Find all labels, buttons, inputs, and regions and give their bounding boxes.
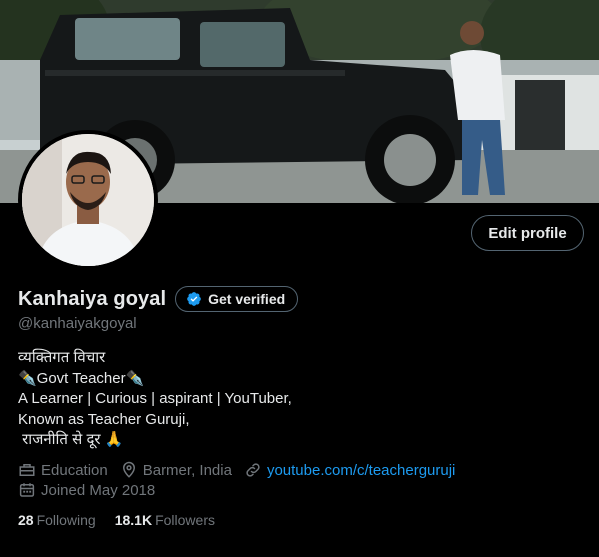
- bio: व्यक्तिगत विचार ✒️Govt Teacher✒️ A Learn…: [18, 348, 292, 451]
- bio-line: A Learner | Curious | aspirant | YouTube…: [18, 390, 292, 407]
- avatar-photo: [22, 134, 154, 266]
- map-pin-icon: [122, 461, 135, 478]
- joined-text: Joined May 2018: [41, 481, 156, 499]
- followers-count: 18.1K: [114, 512, 153, 528]
- category-item: Education: [18, 461, 108, 479]
- username-handle: @kanhaiyakgoyal: [18, 315, 137, 332]
- followers-label: Followers: [155, 512, 215, 528]
- verified-badge-icon: [187, 292, 201, 306]
- category-text: Education: [41, 461, 108, 479]
- get-verified-button[interactable]: Get verified: [175, 286, 299, 312]
- display-name: Kanhaiya goyal: [18, 287, 167, 310]
- name-row: Kanhaiya goyal Get verified: [18, 286, 299, 312]
- bio-line: ✒️Govt Teacher✒️: [18, 369, 145, 387]
- profile-meta-row: Education Barmer, India youtube.com/c/te…: [18, 461, 467, 479]
- location-item: Barmer, India: [120, 461, 232, 479]
- bio-line: Known as Teacher Guruji,: [18, 410, 190, 428]
- get-verified-label: Get verified: [208, 291, 286, 307]
- joined-row: Joined May 2018: [18, 481, 167, 499]
- joined-item: Joined May 2018: [18, 481, 155, 499]
- briefcase-icon: [19, 464, 35, 476]
- website-link[interactable]: youtube.com/c/teacherguruji: [267, 462, 455, 479]
- following-count: 28: [18, 512, 34, 528]
- bio-line: व्यक्तिगत विचार: [18, 349, 106, 366]
- followers-link[interactable]: 18.1K Followers: [115, 512, 215, 528]
- following-label: Following: [36, 512, 96, 528]
- edit-profile-button[interactable]: Edit profile: [471, 215, 584, 251]
- calendar-icon: [19, 483, 35, 497]
- link-icon: [246, 463, 260, 477]
- avatar[interactable]: [18, 130, 158, 270]
- following-link[interactable]: 28 Following: [18, 512, 96, 528]
- bio-line: राजनीति से दूर 🙏: [18, 431, 124, 448]
- location-text: Barmer, India: [142, 461, 232, 479]
- website-item[interactable]: youtube.com/c/teacherguruji: [244, 461, 455, 479]
- follow-stats: 28 Following 18.1K Followers: [18, 512, 215, 528]
